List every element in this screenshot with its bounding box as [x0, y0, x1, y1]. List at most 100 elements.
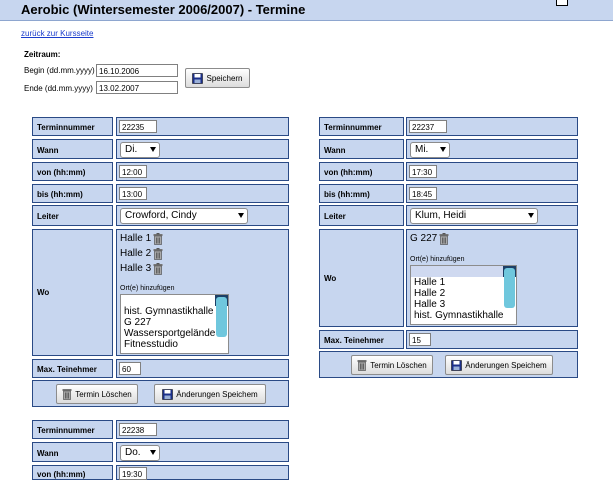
trash-icon [62, 389, 72, 400]
t2-bis-input[interactable]: 18:45 [409, 187, 437, 200]
t1-leiter-select[interactable]: Crowford, Cindy [120, 208, 248, 224]
t3-wann-select[interactable]: Do. [120, 445, 160, 461]
t1-save-changes-button[interactable]: Änderungen Speichem [154, 384, 266, 404]
back-to-course-link[interactable]: zurück zur Kursseite [21, 29, 93, 38]
t2-save-changes-label: Änderungen Speichem [465, 360, 547, 370]
t2-terminnummer-label: Terminnummer [324, 123, 382, 132]
t3-wann-label-cell: Wann [32, 442, 113, 462]
t1-von-value-cell: 12:00 [116, 162, 289, 181]
t1-add-rooms-list[interactable]: hist. Gymnastikhalle G 227 Wassersportge… [120, 294, 229, 354]
t1-bis-input[interactable]: 13:00 [119, 187, 147, 200]
t2-bis-value-cell: 18:45 [406, 184, 578, 203]
t3-terminnummer-input[interactable]: 22238 [119, 423, 157, 436]
t2-list-scrollbar[interactable] [503, 266, 516, 324]
t1-terminnummer-input[interactable]: 22235 [119, 120, 157, 133]
t1-leiter-value-cell: Crowford, Cindy [116, 205, 289, 226]
list-item[interactable]: hist. Gymnastikhalle [411, 310, 516, 321]
t2-wann-select[interactable]: Mi. [410, 142, 450, 158]
t1-save-changes-label: Änderungen Speichem [176, 389, 258, 399]
t2-leiter-label: Leiter [324, 212, 346, 221]
t2-max-label-cell: Max. Teinehmer [319, 330, 404, 349]
t1-add-rooms-label: Ort(e) hinzufügen [120, 285, 175, 292]
t2-von-label: von (hh:mm) [324, 168, 373, 177]
t2-wann-label-cell: Wann [319, 139, 404, 159]
t3-terminnummer-label-cell: Terminnummer [32, 420, 113, 439]
t1-delete-button[interactable]: Termin Löschen [56, 384, 138, 404]
t1-wann-label-cell: Wann [32, 139, 113, 159]
trash-icon[interactable] [153, 263, 163, 275]
t2-terminnummer-input[interactable]: 22237 [409, 120, 447, 133]
window-corner-icon [556, 0, 568, 6]
t1-von-label-cell: von (hh:mm) [32, 162, 113, 181]
t2-von-input[interactable]: 17:30 [409, 165, 437, 178]
t2-max-value-cell: 15 [406, 330, 578, 349]
list-item[interactable]: Wassersportgelände [121, 328, 228, 339]
t1-wo-label-cell: Wo [32, 229, 113, 356]
save-period-button[interactable]: Speichern [185, 68, 250, 88]
t1-wann-select[interactable]: Di. [120, 142, 160, 158]
t2-delete-button[interactable]: Termin Löschen [351, 355, 433, 375]
trash-icon[interactable] [153, 233, 163, 245]
list-item[interactable]: hist. Gymnastikhalle [121, 306, 228, 317]
t1-list-scrollbar[interactable] [215, 295, 228, 353]
t2-wann-value: Mi. [415, 144, 429, 155]
t1-max-value-cell: 60 [116, 359, 289, 378]
t2-room-1-label: G 227 [410, 233, 438, 244]
t1-terminnummer-label-cell: Terminnummer [32, 117, 113, 136]
list-item[interactable] [121, 295, 228, 306]
t1-actions-cell: Termin Löschen Änderungen Speichem [32, 380, 289, 407]
trash-icon[interactable] [439, 233, 449, 245]
t2-leiter-select[interactable]: Klum, Heidi [410, 208, 538, 224]
t1-room-3: Halle 3 [120, 263, 163, 275]
t2-terminnummer-value-cell: 22237 [406, 117, 578, 136]
t2-bis-label: bis (hh:mm) [324, 190, 370, 199]
t1-max-input[interactable]: 60 [119, 362, 141, 375]
t2-add-rooms-label: Ort(e) hinzufügen [410, 256, 465, 263]
t2-delete-label: Termin Löschen [370, 360, 427, 370]
t1-room-1-label: Halle 1 [120, 233, 152, 244]
t3-wann-value: Do. [125, 447, 141, 458]
t1-von-input[interactable]: 12:00 [119, 165, 147, 178]
begin-date-input[interactable]: 16.10.2006 [96, 64, 178, 77]
list-item[interactable]: Halle 2 [411, 288, 516, 299]
chevron-down-icon [528, 213, 534, 218]
page-title-bar: Aerobic (Wintersemester 2006/2007) - Ter… [0, 0, 613, 21]
list-item[interactable]: Halle 3 [411, 299, 516, 310]
t1-room-2: Halle 2 [120, 248, 163, 260]
t2-room-1: G 227 [410, 233, 449, 245]
t1-delete-label: Termin Löschen [75, 389, 132, 399]
list-item[interactable]: Halle 1 [411, 277, 516, 288]
t1-leiter-label: Leiter [37, 212, 59, 221]
t2-wann-value-cell: Mi. [406, 139, 578, 159]
list-item[interactable] [411, 266, 516, 277]
trash-icon[interactable] [153, 248, 163, 260]
t1-room-1: Halle 1 [120, 233, 163, 245]
t2-leiter-label-cell: Leiter [319, 205, 404, 226]
floppy-disk-icon [162, 388, 174, 400]
t3-wann-label: Wann [37, 449, 59, 458]
t2-max-input[interactable]: 15 [409, 333, 431, 346]
t3-von-label-cell: von (hh:mm) [32, 465, 113, 480]
chevron-down-icon [238, 213, 244, 218]
end-date-input[interactable]: 13.02.2007 [96, 81, 178, 94]
t1-leiter-value: Crowford, Cindy [125, 210, 197, 221]
floppy-disk-icon [451, 359, 463, 371]
t2-terminnummer-label-cell: Terminnummer [319, 117, 404, 136]
t3-von-label: von (hh:mm) [37, 470, 86, 479]
t1-room-2-label: Halle 2 [120, 248, 152, 259]
list-item[interactable]: G 227 [121, 317, 228, 328]
t1-terminnummer-label: Terminnummer [37, 123, 95, 132]
t2-wo-label: Wo [324, 274, 337, 283]
zeitraum-heading: Zeitraum: [24, 50, 61, 59]
t1-terminnummer-value-cell: 22235 [116, 117, 289, 136]
t1-wann-value-cell: Di. [116, 139, 289, 159]
t3-von-value-cell: 19:30 [116, 465, 289, 480]
save-period-label: Speichern [206, 73, 243, 83]
t2-add-rooms-list[interactable]: Halle 1 Halle 2 Halle 3 hist. Gymnastikh… [410, 265, 517, 325]
list-item[interactable]: Fitnesstudio [121, 339, 228, 350]
t2-bis-label-cell: bis (hh:mm) [319, 184, 404, 203]
t1-bis-label-cell: bis (hh:mm) [32, 184, 113, 203]
t1-bis-value-cell: 13:00 [116, 184, 289, 203]
t2-save-changes-button[interactable]: Änderungen Speichem [445, 355, 553, 375]
t3-von-input[interactable]: 19:30 [119, 467, 147, 480]
